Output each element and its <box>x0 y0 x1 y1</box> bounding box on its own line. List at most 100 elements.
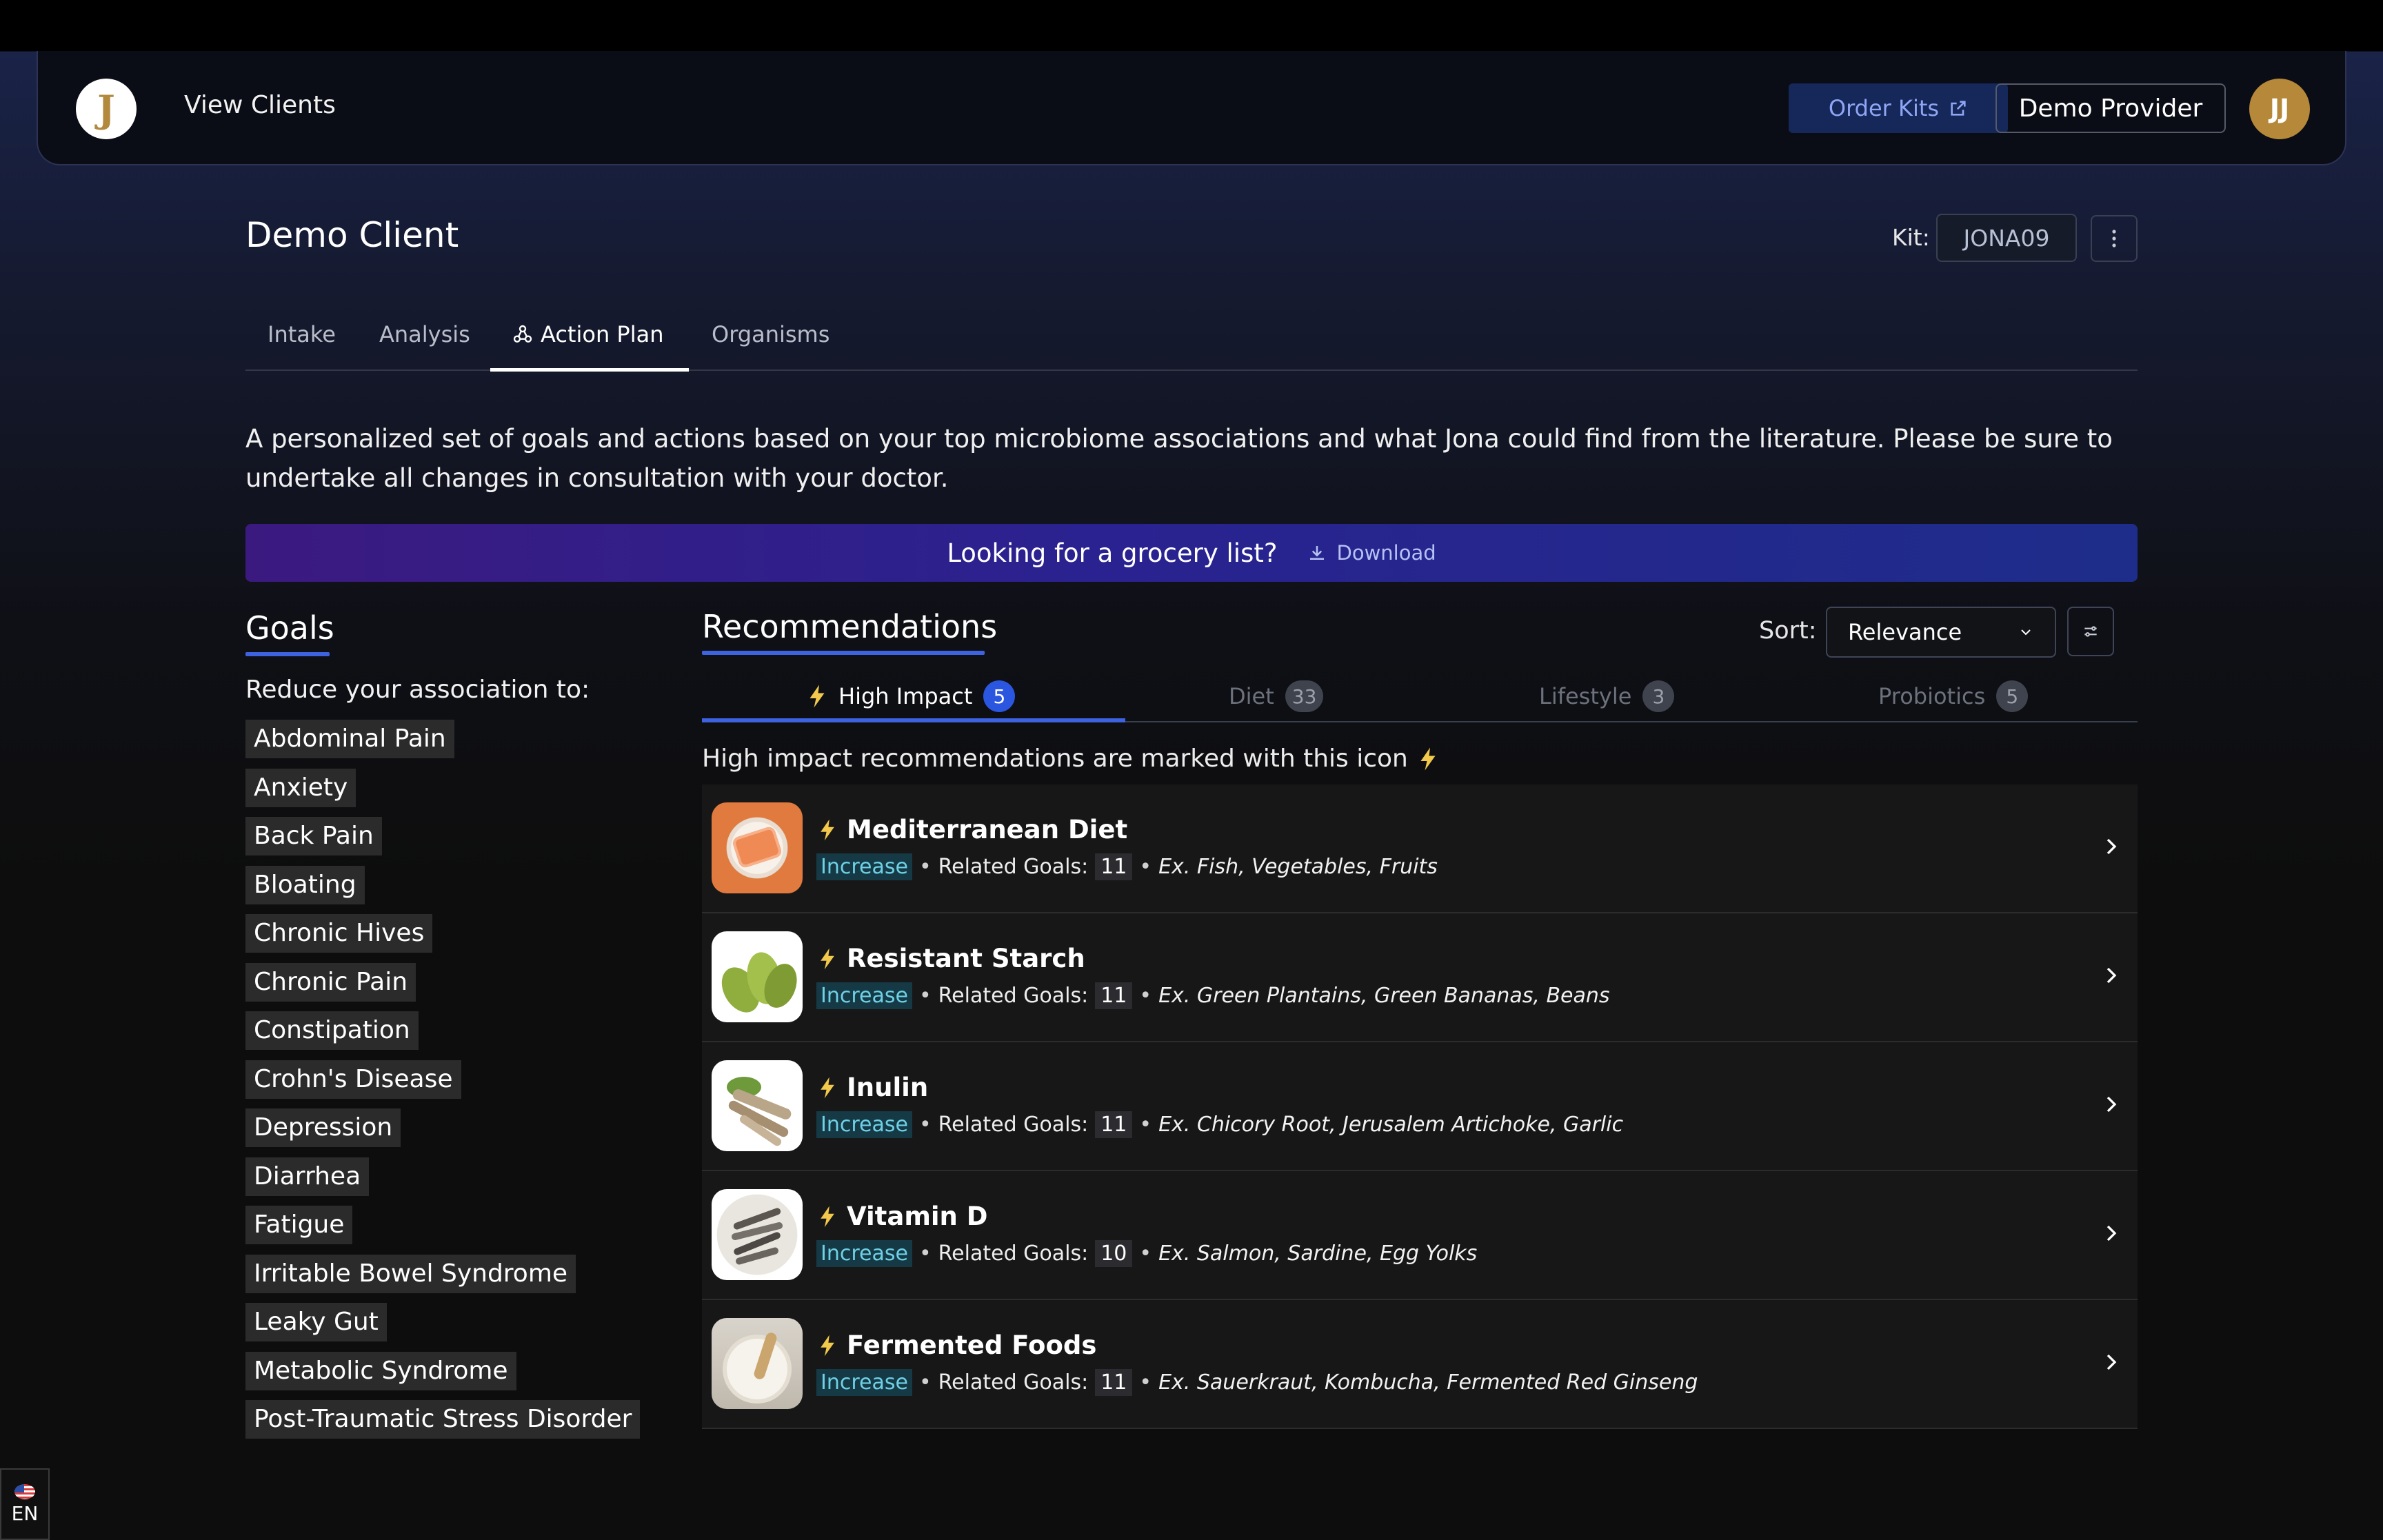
sort-label: Sort: <box>1759 617 1817 645</box>
goal-tag: Bloating <box>245 865 365 904</box>
recommendations-underline <box>702 651 985 655</box>
tab-diet[interactable]: Diet 33 <box>1229 677 1324 716</box>
yogurt-image <box>712 1318 803 1409</box>
recommendation-tabs: High Impact 5 Diet 33 Lifestyle 3 Probio… <box>702 670 2138 722</box>
recommendation-meta: Increase • Related Goals: 11 • Ex. Sauer… <box>816 1369 1698 1396</box>
lightning-icon <box>810 685 825 708</box>
tab-count-badge: 5 <box>983 680 1016 712</box>
chevron-right-icon <box>2107 967 2117 984</box>
tab-action-plan-label: Action Plan <box>541 321 664 347</box>
sort-select[interactable]: Relevance <box>1826 607 2056 658</box>
kit-code-selector[interactable]: JONA09 <box>1936 214 2077 262</box>
separator-dot: • <box>918 855 932 879</box>
goal-tag: Metabolic Syndrome <box>245 1351 516 1390</box>
tab-count-badge: 33 <box>1285 680 1324 712</box>
page: J View Clients Order Kits Demo Provider … <box>0 0 2383 1540</box>
download-grocery-button[interactable]: Download <box>1307 541 1436 565</box>
active-tab-indicator <box>490 368 689 372</box>
recommendation-row[interactable]: Inulin Increase • Related Goals: 11 • Ex… <box>702 1042 2138 1171</box>
tab-probiotics[interactable]: Probiotics 5 <box>1878 677 2029 716</box>
tab-probiotics-label: Probiotics <box>1878 683 1986 709</box>
increase-badge: Increase <box>816 853 912 880</box>
tab-analysis[interactable]: Analysis <box>379 321 470 347</box>
goal-tag: Fatigue <box>245 1206 353 1244</box>
lightning-icon <box>821 1077 834 1098</box>
recommendation-title: Inulin <box>847 1073 929 1102</box>
related-goals-label: Related Goals: <box>938 1113 1089 1137</box>
goal-tag: Diarrhea <box>245 1157 370 1196</box>
recommendation-row[interactable]: Fermented Foods Increase • Related Goals… <box>702 1300 2138 1429</box>
sardines-image <box>712 1189 803 1280</box>
order-kits-button[interactable]: Order Kits <box>1789 83 2008 133</box>
recommendation-title: Fermented Foods <box>847 1330 1097 1360</box>
recommendation-row[interactable]: Vitamin D Increase • Related Goals: 10 •… <box>702 1171 2138 1300</box>
related-goals-label: Related Goals: <box>938 984 1089 1008</box>
grocery-list-banner: Looking for a grocery list? Download <box>245 524 2138 582</box>
filter-button[interactable] <box>2067 607 2114 656</box>
goals-heading: Goals <box>245 609 334 647</box>
tab-count-badge: 3 <box>1642 680 1675 712</box>
more-options-button[interactable] <box>2091 215 2138 262</box>
lightning-icon <box>1420 747 1436 770</box>
lightning-icon <box>821 1335 834 1356</box>
tab-high-impact-label: High Impact <box>838 683 973 709</box>
recommendation-title: Mediterranean Diet <box>847 815 1128 844</box>
goal-tag: Anxiety <box>245 768 356 807</box>
separator-dot: • <box>1139 855 1152 879</box>
recommendation-row[interactable]: Mediterranean Diet Increase • Related Go… <box>702 784 2138 913</box>
tab-lifestyle[interactable]: Lifestyle 3 <box>1539 677 1675 716</box>
goal-tag: Irritable Bowel Syndrome <box>245 1254 576 1293</box>
tab-lifestyle-label: Lifestyle <box>1539 683 1632 709</box>
hint-text: High impact recommendations are marked w… <box>702 744 1408 773</box>
tab-high-impact[interactable]: High Impact 5 <box>807 677 1016 716</box>
chevron-down-icon <box>2021 629 2031 636</box>
recommendations-heading: Recommendations <box>702 608 998 645</box>
increase-badge: Increase <box>816 1240 912 1267</box>
provider-menu-button[interactable]: Demo Provider <box>1995 83 2226 133</box>
avatar[interactable]: JJ <box>2249 79 2310 139</box>
recommendation-examples: Ex. Sauerkraut, Kombucha, Fermented Red … <box>1158 1370 1698 1395</box>
separator-dot: • <box>1139 1242 1152 1266</box>
related-goals-count: 11 <box>1095 982 1133 1009</box>
chicory-root-image <box>712 1060 803 1151</box>
separator-dot: • <box>918 1370 932 1395</box>
intro-text: A personalized set of goals and actions … <box>245 424 2113 493</box>
lightning-icon <box>821 819 834 840</box>
chevron-right-icon <box>2107 1225 2117 1242</box>
top-navbar: J View Clients Order Kits Demo Provider … <box>37 51 2346 165</box>
tab-diet-label: Diet <box>1229 683 1274 709</box>
client-name: Demo Client <box>245 215 459 255</box>
salmon-plate-image <box>712 802 803 893</box>
language-selector[interactable]: EN <box>0 1468 50 1540</box>
goal-tag: Back Pain <box>245 817 382 855</box>
recommendation-name: Resistant Starch <box>818 944 1085 973</box>
separator-dot: • <box>1139 1113 1152 1137</box>
grocery-question: Looking for a grocery list? <box>947 538 1278 568</box>
goal-tag: Chronic Pain <box>245 962 416 1002</box>
jona-logo[interactable]: J <box>76 79 137 139</box>
recommendation-row[interactable]: Resistant Starch Increase • Related Goal… <box>702 913 2138 1042</box>
chevron-right-icon <box>2107 1096 2117 1113</box>
tab-organisms[interactable]: Organisms <box>712 321 829 347</box>
view-clients-link[interactable]: View Clients <box>184 91 336 119</box>
green-bananas-image <box>712 931 803 1022</box>
download-label: Download <box>1336 541 1436 565</box>
tab-action-plan[interactable]: Action Plan <box>512 321 663 347</box>
recommendation-examples: Ex. Salmon, Sardine, Egg Yolks <box>1158 1242 1478 1266</box>
chevron-right-icon <box>2107 838 2117 855</box>
recommendation-examples: Ex. Chicory Root, Jerusalem Artichoke, G… <box>1158 1113 1624 1137</box>
active-rec-tab-indicator <box>702 718 1125 722</box>
related-goals-count: 11 <box>1095 853 1133 880</box>
recommendation-name: Mediterranean Diet <box>818 815 1127 844</box>
sliders-icon <box>2084 626 2097 637</box>
sort-value: Relevance <box>1848 619 1962 645</box>
goal-tag: Chronic Hives <box>245 914 433 953</box>
kit-label: Kit: <box>1892 224 1930 251</box>
tab-intake[interactable]: Intake <box>268 321 336 347</box>
us-flag-icon <box>14 1483 35 1499</box>
related-goals-label: Related Goals: <box>938 1370 1089 1395</box>
recommendation-title: Resistant Starch <box>847 944 1085 973</box>
recommendation-list: Mediterranean Diet Increase • Related Go… <box>702 784 2138 1429</box>
recommendation-meta: Increase • Related Goals: 11 • Ex. Green… <box>816 982 1610 1009</box>
separator-dot: • <box>918 984 932 1008</box>
